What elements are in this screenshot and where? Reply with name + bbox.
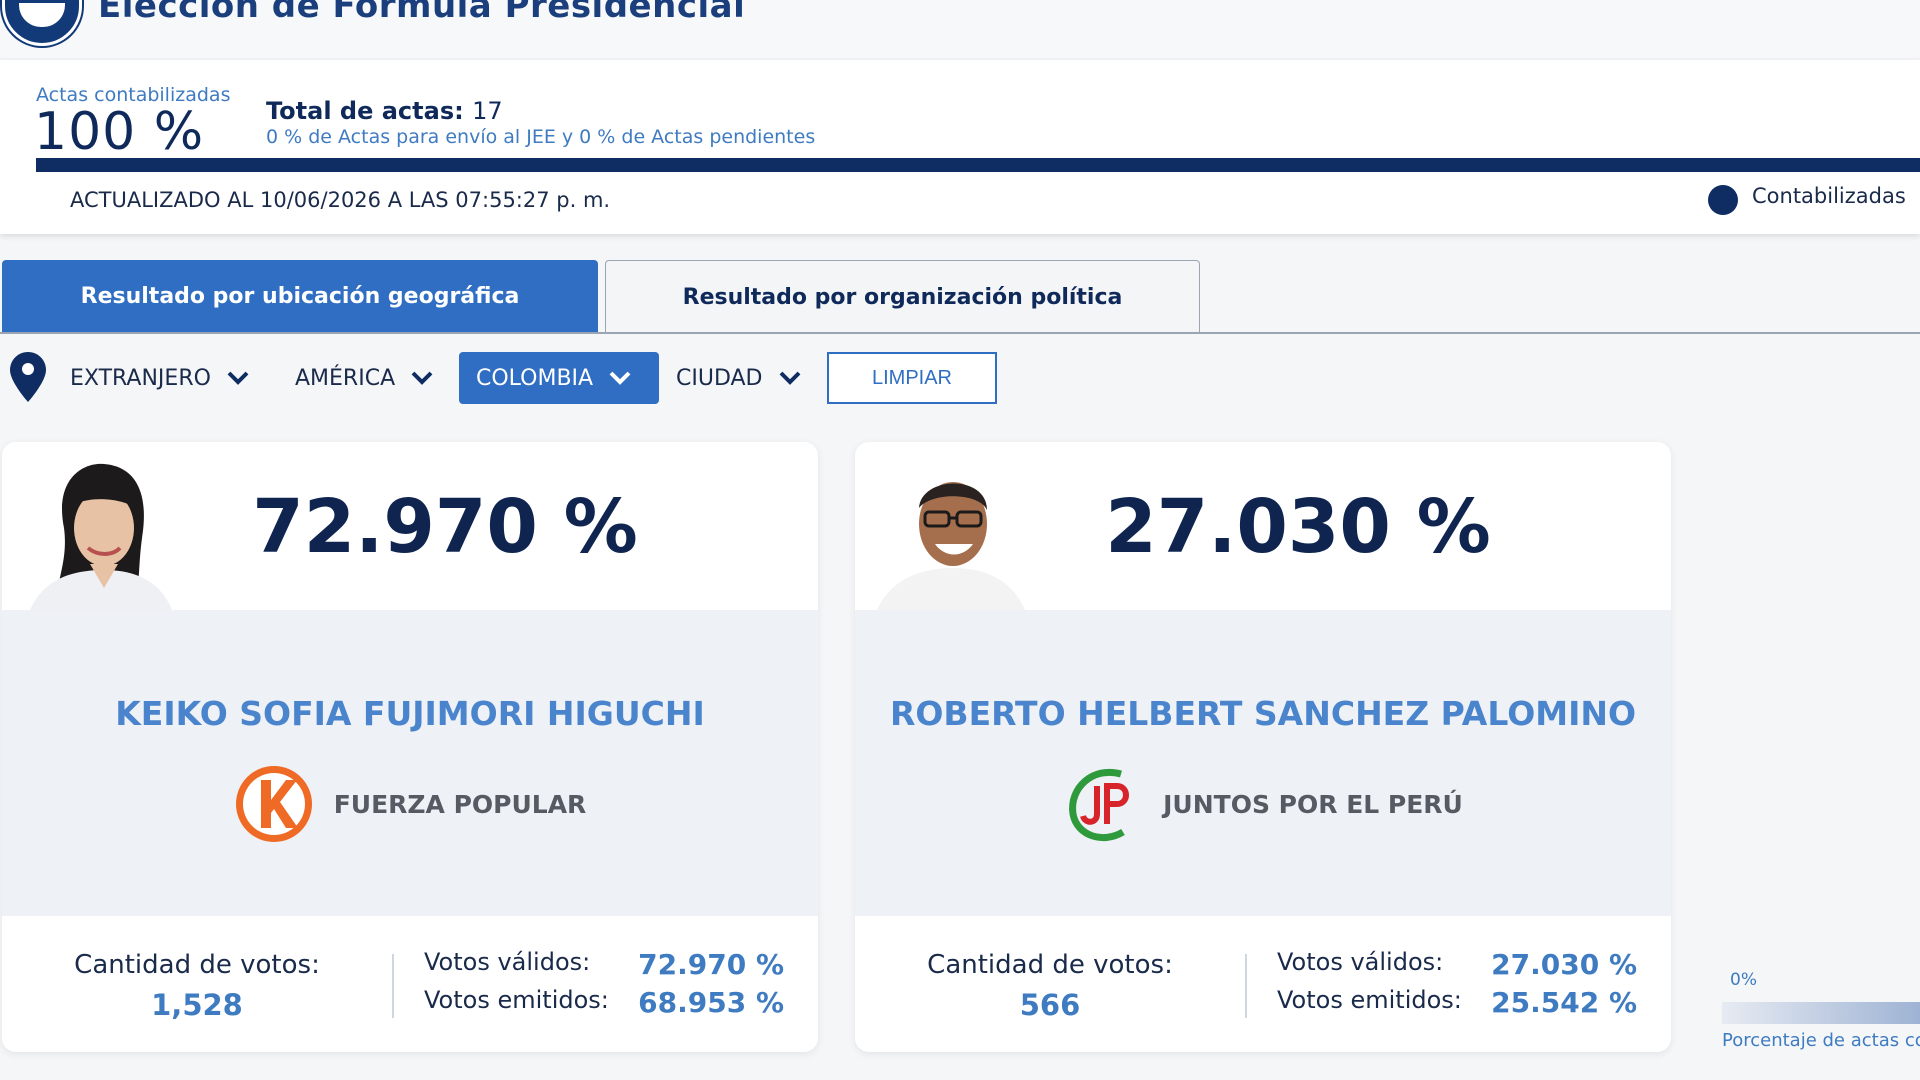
party-name: JUNTOS POR EL PERÚ xyxy=(1163,789,1463,819)
cast-votes-label: Votos emitidos: xyxy=(424,986,609,1014)
filter-continent-value: AMÉRICA xyxy=(295,365,396,391)
filter-city-value: CIUDAD xyxy=(676,365,763,391)
juntos-por-el-peru-logo-icon xyxy=(1069,768,1130,842)
cast-votes-percentage: 25.542 % xyxy=(1491,986,1637,1019)
valid-votes-percentage: 27.030 % xyxy=(1491,948,1637,981)
cast-votes-percentage: 68.953 % xyxy=(638,986,784,1019)
clear-filters-button[interactable]: LIMPIAR xyxy=(827,352,997,404)
fuerza-popular-logo-icon xyxy=(235,766,312,842)
tab-political-org-result[interactable]: Resultado por organización política xyxy=(605,260,1200,333)
contabilizadas-legend-label: Contabilizadas xyxy=(1752,184,1906,208)
divider xyxy=(1245,954,1247,1018)
cast-votes-label: Votos emitidos: xyxy=(1277,986,1462,1014)
gauge-min-label: 0% xyxy=(1730,970,1757,990)
filter-country-value: COLOMBIA xyxy=(476,365,594,391)
actas-progress-bar xyxy=(36,158,1920,172)
votes-count-label: Cantidad de votos: xyxy=(927,950,1173,980)
app-header: Elección de Fórmula Presidencial xyxy=(0,0,1920,58)
total-actas: Total de actas: 17 xyxy=(266,97,503,125)
valid-votes-label: Votos válidos: xyxy=(424,948,591,976)
candidate-percentage: 72.970 % xyxy=(252,484,638,570)
party-row: JUNTOS POR EL PERÚ xyxy=(855,764,1671,844)
candidate-name: ROBERTO HELBERT SANCHEZ PALOMINO xyxy=(889,694,1637,733)
filter-region-value: EXTRANJERO xyxy=(70,365,211,391)
actas-progress-fill xyxy=(36,158,1920,172)
chevron-down-icon xyxy=(609,371,631,385)
valid-votes-percentage: 72.970 % xyxy=(638,948,784,981)
votes-count: 566 xyxy=(1019,988,1081,1022)
total-actas-value: 17 xyxy=(472,97,503,125)
votes-count: 1,528 xyxy=(151,988,243,1022)
tab-geographic-result[interactable]: Resultado por ubicación geográfica xyxy=(2,260,598,333)
candidate-percentage: 27.030 % xyxy=(1105,484,1491,570)
chevron-down-icon xyxy=(779,371,800,385)
location-pin-icon xyxy=(10,352,46,402)
coat-of-arms-logo xyxy=(2,0,82,46)
total-actas-label: Total de actas: xyxy=(266,97,464,125)
votes-count-label: Cantidad de votos: xyxy=(74,950,320,980)
candidate-name: KEIKO SOFIA FUJIMORI HIGUCHI xyxy=(115,694,705,733)
filter-region[interactable]: EXTRANJERO xyxy=(70,352,249,404)
divider xyxy=(392,954,394,1018)
jee-status-line: 0 % de Actas para envío al JEE y 0 % de … xyxy=(266,126,816,148)
party-name: FUERZA POPULAR xyxy=(333,789,587,819)
filter-continent[interactable]: AMÉRICA xyxy=(295,352,433,404)
filter-city[interactable]: CIUDAD xyxy=(676,352,801,404)
filter-country[interactable]: COLOMBIA xyxy=(459,352,659,404)
candidate-card: 27.030 % ROBERTO HELBERT SANCHEZ PALOMIN… xyxy=(855,442,1671,1052)
candidate-card: 72.970 % KEIKO SOFIA FUJIMORI HIGUCHI FU… xyxy=(2,442,818,1052)
gauge-caption: Porcentaje de actas co xyxy=(1722,1030,1920,1051)
valid-votes-label: Votos válidos: xyxy=(1277,948,1444,976)
updated-timestamp: ACTUALIZADO AL 10/06/2026 A LAS 07:55:27… xyxy=(70,188,611,212)
actas-percentage-gauge xyxy=(1722,1002,1920,1024)
chevron-down-icon xyxy=(227,371,249,385)
chevron-down-icon xyxy=(411,371,433,385)
tab-divider xyxy=(0,332,1920,334)
actas-percentage: 100 % xyxy=(34,102,205,162)
page-title: Elección de Fórmula Presidencial xyxy=(98,0,746,26)
party-row: FUERZA POPULAR xyxy=(2,764,818,844)
actas-summary-panel: Actas contabilizadas 100 % Total de acta… xyxy=(0,60,1920,234)
contabilizadas-legend-dot xyxy=(1708,185,1738,215)
